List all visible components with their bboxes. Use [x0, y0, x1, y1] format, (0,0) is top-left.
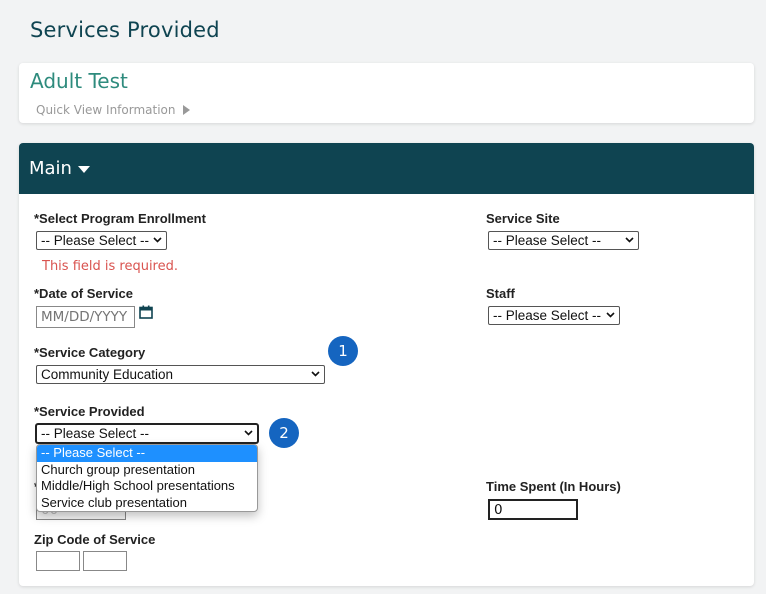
step-badge-1: 1 [328, 336, 358, 366]
time-spent-label: Time Spent (In Hours) [486, 479, 621, 494]
service-site-select[interactable]: -- Please Select -- [488, 231, 639, 250]
main-section-title: Main [29, 158, 72, 179]
program-enrollment-select[interactable]: -- Please Select -- [36, 231, 167, 250]
staff-value: -- Please Select -- [493, 308, 602, 323]
step-badge-2: 2 [269, 418, 299, 448]
staff-select[interactable]: -- Please Select -- [488, 306, 620, 325]
program-enrollment-error: This field is required. [42, 259, 178, 274]
page-title: Services Provided [30, 18, 220, 42]
time-spent-input[interactable]: 0 [488, 499, 578, 520]
program-enrollment-value: -- Please Select -- [41, 233, 150, 248]
service-site-value: -- Please Select -- [493, 233, 602, 248]
client-name[interactable]: Adult Test [30, 69, 128, 93]
chevron-down-icon [153, 237, 162, 243]
service-category-select[interactable]: Community Education [36, 365, 325, 384]
quick-view-toggle[interactable]: Quick View Information [36, 103, 190, 117]
zip-code-input[interactable] [36, 551, 80, 571]
service-provided-label: *Service Provided [34, 404, 145, 419]
service-provided-option[interactable]: Service club presentation [37, 495, 257, 512]
chevron-down-icon [244, 430, 253, 436]
zip-code-label: Zip Code of Service [34, 532, 156, 547]
service-category-label: *Service Category [34, 345, 146, 360]
date-of-service-input[interactable] [36, 306, 135, 328]
service-provided-option[interactable]: -- Please Select -- [37, 445, 257, 462]
staff-label: Staff [486, 286, 515, 301]
service-provided-value: -- Please Select -- [41, 426, 150, 441]
main-section-header[interactable]: Main [19, 143, 754, 194]
service-site-label: Service Site [486, 211, 560, 226]
service-provided-select[interactable]: -- Please Select -- [36, 424, 258, 443]
quick-view-label: Quick View Information [36, 103, 176, 117]
caret-down-icon [77, 166, 90, 173]
chevron-down-icon [311, 371, 320, 377]
calendar-icon[interactable] [139, 305, 153, 319]
service-category-value: Community Education [41, 367, 174, 382]
service-provided-option[interactable]: Church group presentation [37, 462, 257, 479]
client-card: Adult Test Quick View Information [19, 63, 754, 123]
chevron-down-icon [625, 237, 634, 243]
zip-code-extension-input[interactable] [83, 551, 127, 571]
service-provided-option[interactable]: Middle/High School presentations [37, 478, 257, 495]
caret-right-icon [182, 105, 190, 115]
service-provided-options: -- Please Select -- Church group present… [36, 444, 258, 512]
chevron-down-icon [606, 312, 615, 318]
program-enrollment-label: *Select Program Enrollment [34, 211, 206, 226]
date-of-service-label: *Date of Service [34, 286, 133, 301]
